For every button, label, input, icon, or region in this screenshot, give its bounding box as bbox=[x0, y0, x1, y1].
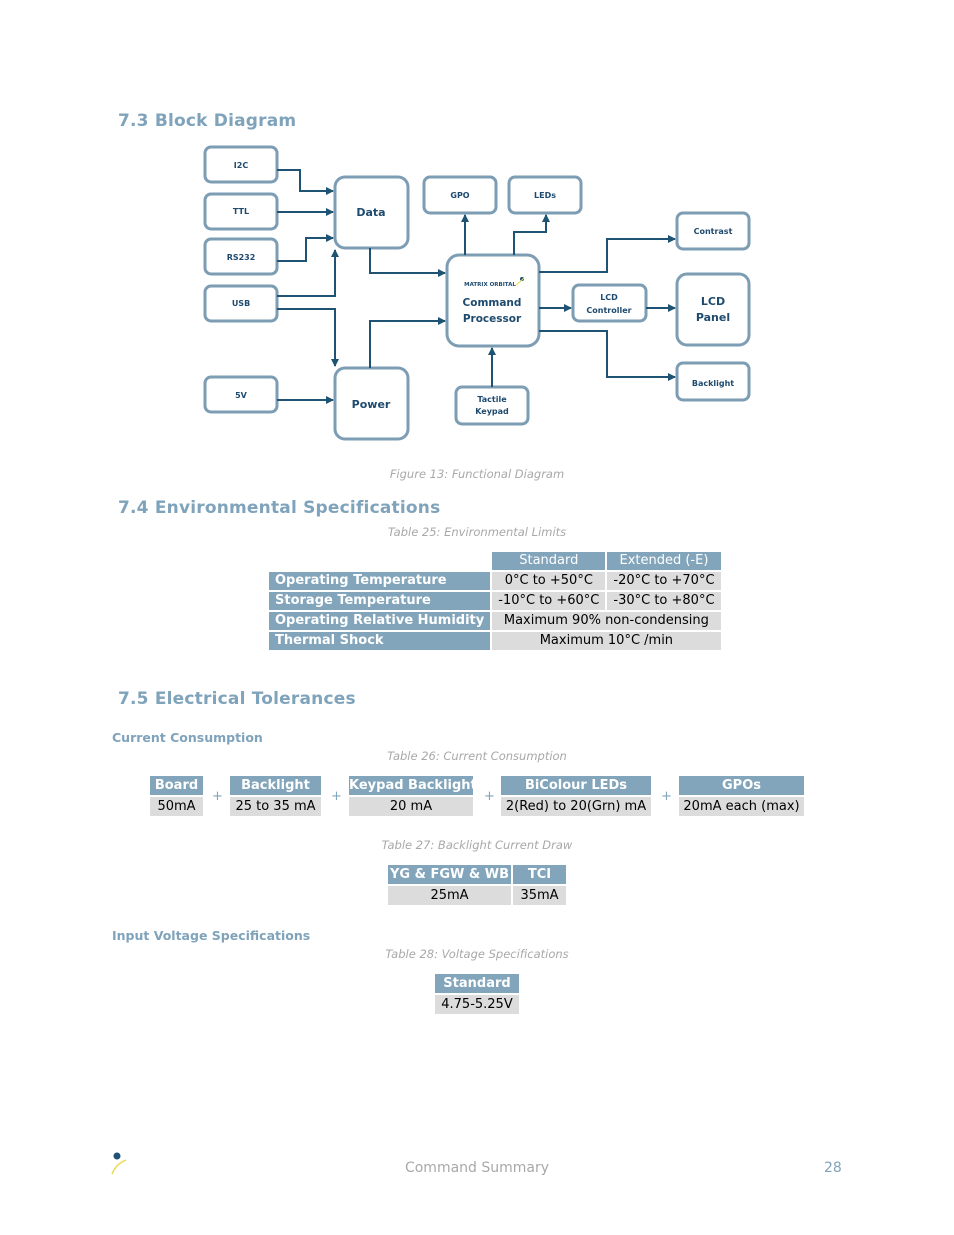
current-item-value: 20 mA bbox=[349, 797, 473, 816]
label-power: Power bbox=[352, 398, 391, 411]
arrow-processor-contrast bbox=[539, 235, 676, 273]
arrow-i2c-data bbox=[277, 169, 334, 195]
cell-standard: 0°C to +50°C bbox=[492, 572, 606, 590]
current-item-value: 50mA bbox=[150, 797, 203, 816]
row-label: Storage Temperature bbox=[269, 592, 491, 610]
block-tactile-keypad bbox=[454, 385, 530, 426]
plus-sign: + bbox=[484, 789, 495, 804]
current-item-header: Board bbox=[150, 776, 203, 795]
backlight-col-yg: YG & FGW & WB 25mA bbox=[388, 865, 511, 905]
label-lcd: LCD bbox=[600, 293, 618, 302]
subheading-input-voltage: Input Voltage Specifications bbox=[112, 928, 311, 943]
row-label: Operating Relative Humidity bbox=[269, 612, 491, 630]
current-item-backlight: Backlight 25 to 35 mA bbox=[230, 776, 321, 816]
table-row: Storage Temperature -10°C to +60°C -30°C… bbox=[269, 592, 721, 610]
page-number: 28 bbox=[824, 1160, 842, 1176]
current-item-header: Keypad Backlight bbox=[349, 776, 477, 795]
label-backlight: Backlight bbox=[692, 379, 734, 388]
label-gpo: GPO bbox=[450, 191, 469, 200]
block-diagram: I2C TTL RS232 USB 5V Data Power GPO LEDs… bbox=[203, 145, 751, 441]
current-item-header: BiColour LEDs bbox=[501, 776, 651, 795]
plus-sign: + bbox=[212, 789, 223, 804]
row-label: Thermal Shock bbox=[269, 632, 491, 650]
current-item-gpos: GPOs 20mA each (max) bbox=[679, 776, 804, 816]
backlight-header: YG & FGW & WB bbox=[388, 865, 511, 884]
table-row: Thermal Shock Maximum 10°C /min bbox=[269, 632, 721, 650]
backlight-header: TCI bbox=[513, 865, 566, 884]
arrow-processor-leds bbox=[513, 214, 550, 255]
table-row: Operating Temperature 0°C to +50°C -20°C… bbox=[269, 572, 721, 590]
block-lcd-panel bbox=[675, 272, 751, 347]
figure-caption: Figure 13: Functional Diagram bbox=[389, 467, 565, 481]
current-item-board: Board 50mA bbox=[150, 776, 203, 816]
label-contrast: Contrast bbox=[694, 227, 733, 236]
label-brand: MATRIX ORBITAL bbox=[464, 282, 516, 288]
cell-extended: -20°C to +70°C bbox=[607, 572, 721, 590]
arrow-power-processor bbox=[369, 317, 446, 368]
cell-standard: -10°C to +60°C bbox=[492, 592, 606, 610]
cell-extended: -30°C to +80°C bbox=[607, 592, 721, 610]
footer-title: Command Summary bbox=[404, 1160, 550, 1176]
voltage-table: Standard 4.75-5.25V bbox=[435, 974, 519, 1014]
label-lcd-panel-2: Panel bbox=[696, 311, 730, 324]
current-item-value: 25 to 35 mA bbox=[230, 797, 321, 816]
table-header-row: Standard Extended (-E) bbox=[269, 552, 721, 570]
label-usb: USB bbox=[232, 299, 250, 308]
arrow-data-processor bbox=[369, 248, 446, 277]
header-extended: Extended (-E) bbox=[607, 552, 721, 570]
backlight-value: 25mA bbox=[388, 886, 511, 905]
cell-merged: Maximum 10°C /min bbox=[492, 632, 721, 650]
table-25-caption: Table 25: Environmental Limits bbox=[387, 525, 567, 539]
environmental-limits-table: Standard Extended (-E) Operating Tempera… bbox=[267, 550, 723, 652]
label-data: Data bbox=[356, 206, 385, 219]
label-command: Command bbox=[463, 297, 522, 309]
current-item-value: 20mA each (max) bbox=[679, 797, 804, 816]
section-title-electrical: 7.5 Electrical Tolerances bbox=[118, 689, 356, 709]
label-keypad: Keypad bbox=[475, 407, 509, 416]
label-leds: LEDs bbox=[534, 191, 556, 200]
arrow-usb-power bbox=[277, 308, 339, 367]
voltage-header: Standard bbox=[435, 974, 519, 993]
block-lcd-controller bbox=[571, 283, 648, 323]
table-28-caption: Table 28: Voltage Specifications bbox=[385, 947, 569, 961]
section-title-environmental: 7.4 Environmental Specifications bbox=[118, 498, 441, 518]
plus-sign: + bbox=[331, 789, 342, 804]
table-26-caption: Table 26: Current Consumption bbox=[387, 749, 567, 763]
voltage-value: 4.75-5.25V bbox=[435, 995, 519, 1014]
label-tactile: Tactile bbox=[477, 395, 507, 404]
cell-merged: Maximum 90% non-condensing bbox=[492, 612, 721, 630]
current-item-header: GPOs bbox=[679, 776, 804, 795]
plus-sign: + bbox=[661, 789, 672, 804]
current-item-bicolour-leds: BiColour LEDs 2(Red) to 20(Grn) mA bbox=[501, 776, 651, 816]
table-row: Operating Relative Humidity Maximum 90% … bbox=[269, 612, 721, 630]
table-27-caption: Table 27: Backlight Current Draw bbox=[381, 838, 573, 852]
arrow-rs232-data bbox=[277, 234, 334, 262]
label-i2c: I2C bbox=[234, 161, 249, 170]
arrow-processor-backlight bbox=[539, 330, 676, 381]
label-ttl: TTL bbox=[233, 207, 249, 216]
row-label: Operating Temperature bbox=[269, 572, 491, 590]
label-controller: Controller bbox=[586, 306, 631, 315]
current-item-header: Backlight bbox=[230, 776, 321, 795]
label-processor: Processor bbox=[463, 313, 522, 325]
label-lcd-panel-1: LCD bbox=[701, 295, 725, 308]
backlight-col-tci: TCI 35mA bbox=[513, 865, 566, 905]
subheading-current-consumption: Current Consumption bbox=[112, 730, 263, 745]
label-5v: 5V bbox=[235, 391, 248, 400]
current-item-keypad-backlight: Keypad Backlight 20 mA bbox=[349, 776, 477, 816]
header-standard: Standard bbox=[492, 552, 606, 570]
backlight-value: 35mA bbox=[513, 886, 566, 905]
current-item-value: 2(Red) to 20(Grn) mA bbox=[501, 797, 651, 816]
label-rs232: RS232 bbox=[227, 253, 256, 262]
